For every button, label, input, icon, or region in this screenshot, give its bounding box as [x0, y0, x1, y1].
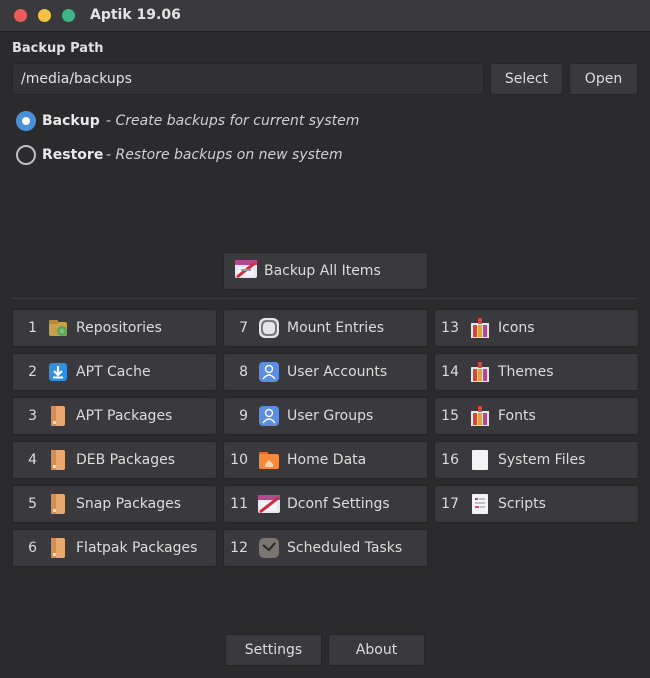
- item-user-accounts[interactable]: 8 User Accounts: [223, 353, 428, 391]
- backup-all-label: Backup All Items: [264, 263, 381, 279]
- item-label: Scheduled Tasks: [287, 540, 403, 556]
- item-number: 11: [230, 496, 248, 512]
- gift-icon: [469, 405, 491, 427]
- item-repositories[interactable]: 1 Repositories: [12, 309, 217, 347]
- item-snap-packages[interactable]: 5 Snap Packages: [12, 485, 217, 523]
- close-window-button[interactable]: [14, 9, 27, 22]
- item-label: Icons: [498, 320, 535, 336]
- item-apt-packages[interactable]: 3 APT Packages: [12, 397, 217, 435]
- item-scheduled-tasks[interactable]: 12 Scheduled Tasks: [223, 529, 428, 567]
- gift-icon: [469, 317, 491, 339]
- repositories-icon: [47, 317, 69, 339]
- gift-icon: [469, 361, 491, 383]
- settings-icon: [258, 493, 280, 515]
- item-flatpak-packages[interactable]: 6 Flatpak Packages: [12, 529, 217, 567]
- item-number: 4: [28, 452, 37, 468]
- minimize-window-button[interactable]: [38, 9, 51, 22]
- user-icon: [258, 405, 280, 427]
- item-label: Flatpak Packages: [76, 540, 198, 556]
- item-number: 1: [28, 320, 37, 336]
- restore-mode-option[interactable]: Restore - Restore backups on new system: [16, 144, 343, 166]
- item-label: Snap Packages: [76, 496, 181, 512]
- restore-radio-description: - Restore backups on new system: [106, 147, 343, 163]
- backup-path-label: Backup Path: [12, 41, 104, 56]
- item-label: User Groups: [287, 408, 374, 424]
- open-button[interactable]: Open: [569, 63, 638, 95]
- item-home-data[interactable]: 10 Home Data: [223, 441, 428, 479]
- backup-radio[interactable]: [16, 111, 36, 131]
- item-label: Mount Entries: [287, 320, 385, 336]
- package-icon: [47, 493, 69, 515]
- script-icon: [469, 493, 491, 515]
- item-number: 15: [441, 408, 459, 424]
- item-deb-packages[interactable]: 4 DEB Packages: [12, 441, 217, 479]
- item-number: 8: [239, 364, 248, 380]
- item-scripts[interactable]: 17 Scripts: [434, 485, 639, 523]
- item-number: 5: [28, 496, 37, 512]
- backup-path-input[interactable]: /media/backups: [12, 63, 484, 95]
- title-bar[interactable]: Aptik 19.06: [0, 0, 650, 32]
- window-title: Aptik 19.06: [90, 7, 181, 23]
- package-icon: [47, 537, 69, 559]
- item-number: 13: [441, 320, 459, 336]
- item-label: Fonts: [498, 408, 536, 424]
- item-number: 9: [239, 408, 248, 424]
- clock-icon: [258, 537, 280, 559]
- item-system-files[interactable]: 16 System Files: [434, 441, 639, 479]
- item-label: System Files: [498, 452, 586, 468]
- item-label: Home Data: [287, 452, 367, 468]
- item-number: 14: [441, 364, 459, 380]
- separator: [12, 298, 638, 299]
- item-themes[interactable]: 14 Themes: [434, 353, 639, 391]
- select-button[interactable]: Select: [490, 63, 563, 95]
- package-icon: [47, 405, 69, 427]
- item-label: APT Cache: [76, 364, 151, 380]
- item-number: 3: [28, 408, 37, 424]
- item-label: DEB Packages: [76, 452, 176, 468]
- item-number: 17: [441, 496, 459, 512]
- item-fonts[interactable]: 15 Fonts: [434, 397, 639, 435]
- item-dconf-settings[interactable]: 11 Dconf Settings: [223, 485, 428, 523]
- user-icon: [258, 361, 280, 383]
- item-number: 2: [28, 364, 37, 380]
- backup-mode-option[interactable]: Backup - Create backups for current syst…: [16, 110, 359, 132]
- backup-radio-label: Backup: [42, 113, 100, 129]
- maximize-window-button[interactable]: [62, 9, 75, 22]
- settings-button[interactable]: Settings: [225, 634, 322, 666]
- home-folder-icon: [258, 449, 280, 471]
- item-number: 16: [441, 452, 459, 468]
- package-icon: [47, 449, 69, 471]
- item-number: 6: [28, 540, 37, 556]
- backup-all-button[interactable]: Backup All Items: [223, 252, 428, 290]
- item-number: 7: [239, 320, 248, 336]
- item-number: 10: [230, 452, 248, 468]
- item-label: APT Packages: [76, 408, 173, 424]
- download-icon: [47, 361, 69, 383]
- item-label: Repositories: [76, 320, 162, 336]
- item-label: Scripts: [498, 496, 546, 512]
- about-button[interactable]: About: [328, 634, 425, 666]
- item-label: Themes: [498, 364, 554, 380]
- item-number: 12: [230, 540, 248, 556]
- backup-radio-description: - Create backups for current system: [106, 113, 360, 129]
- restore-radio-label: Restore: [42, 147, 104, 163]
- item-label: Dconf Settings: [287, 496, 390, 512]
- restore-radio[interactable]: [16, 145, 36, 165]
- item-user-groups[interactable]: 9 User Groups: [223, 397, 428, 435]
- item-mount-entries[interactable]: 7 Mount Entries: [223, 309, 428, 347]
- item-apt-cache[interactable]: 2 APT Cache: [12, 353, 217, 391]
- drive-icon: [258, 317, 280, 339]
- item-label: User Accounts: [287, 364, 388, 380]
- backup-all-icon: [234, 258, 258, 284]
- item-icons[interactable]: 13 Icons: [434, 309, 639, 347]
- file-icon: [469, 449, 491, 471]
